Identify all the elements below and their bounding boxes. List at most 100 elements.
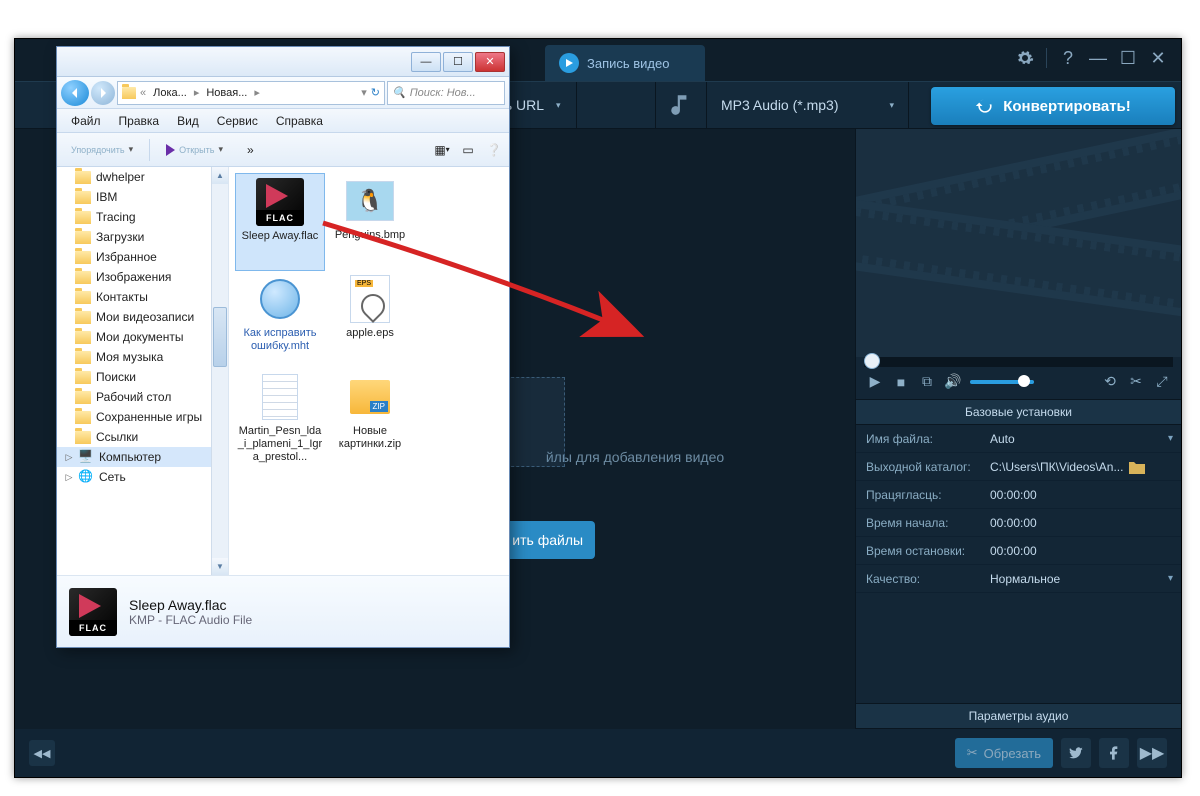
text-icon <box>262 374 298 420</box>
setting-output-dir[interactable]: Выходной каталог:C:\Users\ПК\Videos\An..… <box>856 453 1181 481</box>
chevron-down-icon: ▾ <box>889 100 894 111</box>
audio-format-icon[interactable] <box>655 82 707 128</box>
file-list[interactable]: FLAC Sleep Away.flac Penguins.bmp Как ис… <box>229 167 509 575</box>
search-input[interactable]: 🔍 Поиск: Нов... <box>387 81 505 105</box>
address-bar: « Лока...▸ Новая...▸ ▾ ↻ 🔍 Поиск: Нов... <box>57 77 509 109</box>
details-filetype: KMP - FLAC Audio File <box>129 613 252 627</box>
more-button[interactable]: » <box>239 140 262 160</box>
convert-button[interactable]: Конвертировать! <box>931 87 1175 125</box>
audio-params-header[interactable]: Параметры аудио <box>856 703 1181 729</box>
setting-start[interactable]: Время начала:00:00:00 <box>856 509 1181 537</box>
tree-links[interactable]: Ссылки <box>57 427 228 447</box>
timeline-handle[interactable] <box>864 353 880 369</box>
tree-contacts[interactable]: Контакты <box>57 287 228 307</box>
settings-header[interactable]: Базовые установки <box>856 399 1181 425</box>
file-apple-eps[interactable]: apple.eps <box>325 271 415 369</box>
maximize-button[interactable]: ☐ <box>443 52 473 72</box>
tree-ibm[interactable]: IBM <box>57 187 228 207</box>
settings-panel: Базовые установки Имя файла:Auto▾ Выходн… <box>856 399 1181 729</box>
setting-quality[interactable]: Качество:Нормальное▾ <box>856 565 1181 593</box>
help-icon[interactable]: ? <box>1055 45 1081 71</box>
tree-dwhelper[interactable]: dwhelper <box>57 167 228 187</box>
play-icon <box>166 144 175 156</box>
tree-savedgames[interactable]: Сохраненные игры <box>57 407 228 427</box>
flac-icon: FLAC <box>256 178 304 226</box>
menu-tools[interactable]: Сервис <box>209 112 266 130</box>
side-panel: ▶ ■ ⧉ 🔊 ⟲ ✂ ⤢ Базовые установки Имя файл… <box>855 129 1181 729</box>
organize-button[interactable]: Упорядочить <box>63 141 141 158</box>
cut-icon[interactable]: ✂ <box>1127 373 1145 391</box>
image-thumb <box>346 181 394 221</box>
play-icon[interactable]: ▶ <box>866 373 884 391</box>
file-penguins-bmp[interactable]: Penguins.bmp <box>325 173 415 271</box>
tree-music[interactable]: Моя музыка <box>57 347 228 367</box>
setting-filename[interactable]: Имя файла:Auto▾ <box>856 425 1181 453</box>
explorer-titlebar[interactable]: — ☐ ✕ <box>57 47 509 77</box>
nav-forward-button[interactable] <box>91 81 115 105</box>
tab-record-video[interactable]: Запись видео <box>545 45 705 81</box>
search-icon: 🔍 <box>392 86 406 99</box>
menu-file[interactable]: Файл <box>63 112 109 130</box>
maximize-icon[interactable]: ☐ <box>1115 45 1141 71</box>
play-icon <box>559 53 579 73</box>
output-format-select[interactable]: MP3 Audio (*.mp3) ▾ <box>707 82 909 128</box>
tree-network[interactable]: ▷🌐Сеть <box>57 467 228 487</box>
more-icon[interactable]: ▶▶ <box>1137 738 1167 768</box>
settings-icon[interactable] <box>1012 45 1038 71</box>
mht-icon <box>260 279 300 319</box>
tree-videos[interactable]: Мои видеозаписи <box>57 307 228 327</box>
minimize-icon[interactable]: — <box>1085 45 1111 71</box>
tree-desktop[interactable]: Рабочий стол <box>57 387 228 407</box>
volume-icon[interactable]: 🔊 <box>944 373 962 391</box>
browse-icon[interactable] <box>1129 460 1145 474</box>
collapse-icon[interactable]: ◀◀ <box>29 740 55 766</box>
eps-icon <box>350 275 390 323</box>
stop-icon[interactable]: ■ <box>892 373 910 391</box>
menu-edit[interactable]: Правка <box>111 112 168 130</box>
tree-pictures[interactable]: Изображения <box>57 267 228 287</box>
preview-area <box>856 129 1181 357</box>
player-controls: ▶ ■ ⧉ 🔊 ⟲ ✂ ⤢ <box>856 371 1181 399</box>
refresh-icon[interactable]: ↻ <box>371 86 380 99</box>
folder-tree[interactable]: dwhelper IBM Tracing Загрузки Избранное … <box>57 167 229 575</box>
tree-documents[interactable]: Мои документы <box>57 327 228 347</box>
view-icon[interactable]: ▦ ▾ <box>433 141 451 159</box>
breadcrumb[interactable]: « Лока...▸ Новая...▸ ▾ ↻ <box>117 81 385 105</box>
tree-computer[interactable]: ▷🖥️Компьютер <box>57 447 228 467</box>
file-sleep-away-flac[interactable]: FLAC Sleep Away.flac <box>235 173 325 271</box>
nav-back-button[interactable] <box>61 80 89 106</box>
open-button[interactable]: Открыть <box>158 141 231 159</box>
volume-slider[interactable] <box>970 380 1034 384</box>
file-txt[interactable]: Martin_Pesn_lda_i_plameni_1_Igra_prestol… <box>235 369 325 481</box>
file-zip[interactable]: Новые картинки.zip <box>325 369 415 481</box>
minimize-button[interactable]: — <box>411 52 441 72</box>
details-flac-icon: FLAC <box>69 588 117 636</box>
setting-duration: Працягласць:00:00:00 <box>856 481 1181 509</box>
tree-downloads[interactable]: Загрузки <box>57 227 228 247</box>
menu-view[interactable]: Вид <box>169 112 207 130</box>
loop-icon[interactable]: ⟲ <box>1101 373 1119 391</box>
tree-tracing[interactable]: Tracing <box>57 207 228 227</box>
folder-icon <box>122 87 136 99</box>
details-filename: Sleep Away.flac <box>129 597 252 613</box>
close-button[interactable]: ✕ <box>475 52 505 72</box>
facebook-icon[interactable] <box>1099 738 1129 768</box>
help-explorer-icon[interactable]: ❔ <box>485 141 503 159</box>
tree-favorites[interactable]: Избранное <box>57 247 228 267</box>
preview-pane-icon[interactable]: ▭ <box>459 141 477 159</box>
tree-scrollbar[interactable]: ▲▼ <box>211 167 228 575</box>
tree-searches[interactable]: Поиски <box>57 367 228 387</box>
expand-icon[interactable]: ⤢ <box>1153 373 1171 391</box>
converter-footer: ◀◀ ✂ Обрезать ▶▶ <box>15 729 1181 777</box>
zip-icon <box>350 380 390 414</box>
timeline[interactable] <box>864 357 1173 366</box>
menu-help[interactable]: Справка <box>268 112 331 130</box>
close-icon[interactable]: ✕ <box>1145 45 1171 71</box>
setting-stop[interactable]: Время остановки:00:00:00 <box>856 537 1181 565</box>
snapshot-icon[interactable]: ⧉ <box>918 373 936 391</box>
trim-button[interactable]: ✂ Обрезать <box>955 738 1053 768</box>
explorer-window: — ☐ ✕ « Лока...▸ Новая...▸ ▾ ↻ 🔍 Поиск: … <box>56 46 510 648</box>
twitter-icon[interactable] <box>1061 738 1091 768</box>
explorer-toolbar: Упорядочить Открыть » ▦ ▾ ▭ ❔ <box>57 133 509 167</box>
file-mht[interactable]: Как исправить ошибку.mht <box>235 271 325 369</box>
